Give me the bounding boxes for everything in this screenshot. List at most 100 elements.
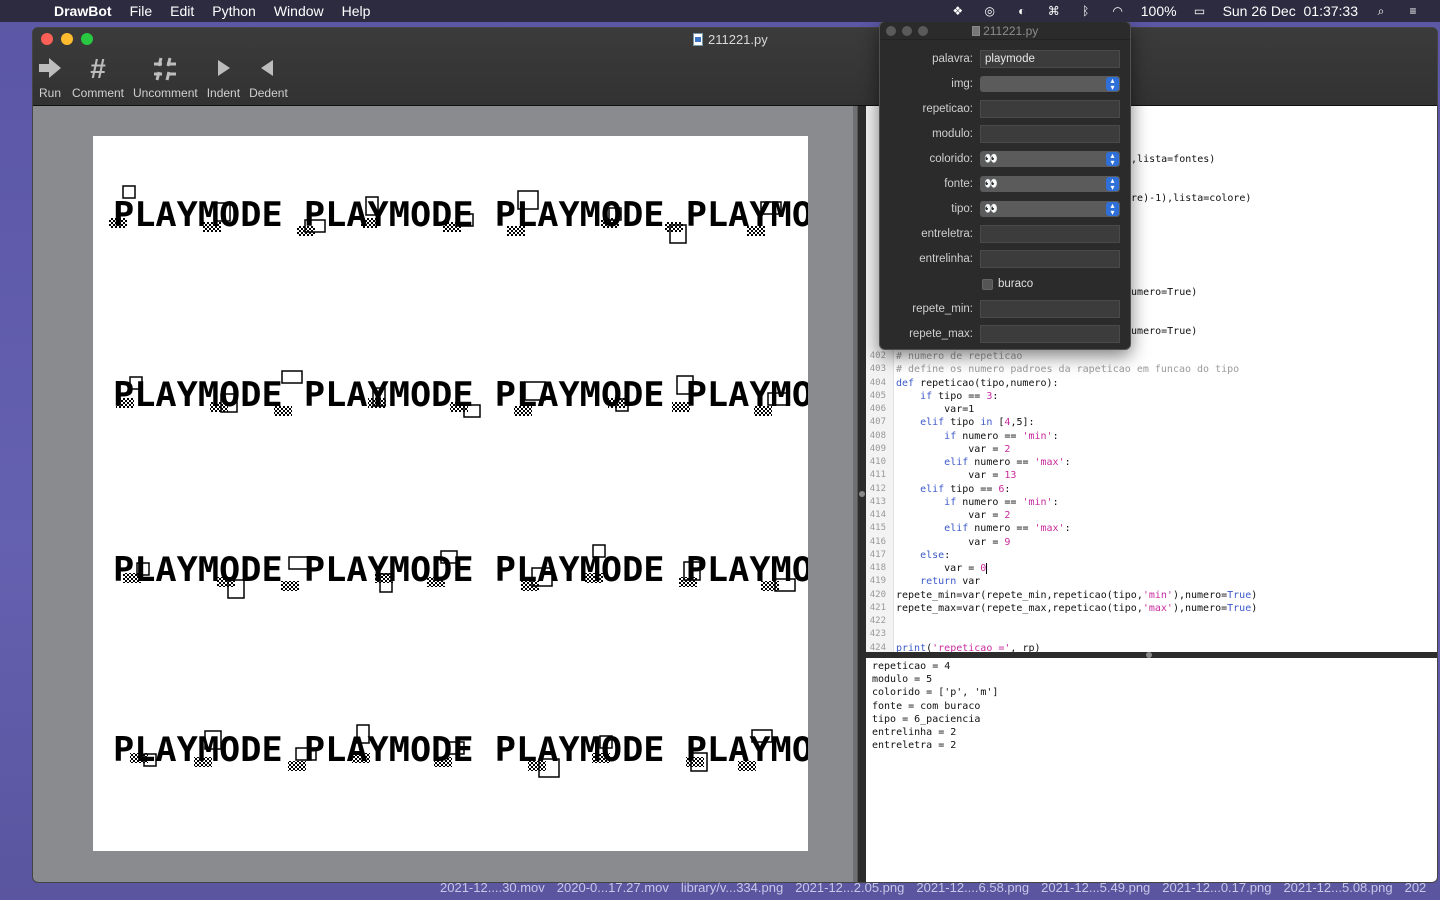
line-number: 419 [869,576,886,587]
checkbox-box[interactable] [982,278,993,290]
desktop-file-label[interactable]: 2021-12....30.mov [440,880,545,895]
battery-percentage[interactable]: 100% [1141,3,1177,19]
entrelinha-label: entrelinha: [919,253,973,265]
line-number: 405 [869,390,886,401]
desktop-file-label[interactable]: library/v...334.png [681,880,783,895]
line-number: 415 [869,523,886,534]
control-center-icon[interactable]: ≡ [1404,3,1422,19]
menu-window[interactable]: Window [265,3,333,19]
img-select[interactable]: ▴ ▾ [980,76,1120,92]
spotlight-search-icon[interactable]: ⌕ [1372,3,1390,19]
indent-triangle-icon [213,52,233,86]
panel-window-controls [886,26,928,36]
menu-help[interactable]: Help [333,3,380,19]
artwork-pixel-shadow [281,581,299,591]
artwork-pixel-shadow [368,398,386,408]
panel-minimize-button[interactable] [902,26,912,36]
menu-bar: DrawBot File Edit Python Window Help ❖ ◎… [0,0,1440,22]
tipo-label: tipo: [951,203,973,215]
select-arrows-icon: ▴ ▾ [1106,77,1119,92]
dedent-label: Dedent [249,86,288,100]
desktop-file-label[interactable]: 2020-0...17.27.mov [557,880,669,895]
desktop-file-label[interactable]: 2021-12...5.49.png [1041,880,1150,895]
canvas-preview-area[interactable]: PLAYMODE PLAYMODE PLAYMODE PLAYMO PLAYMOD… [33,106,858,882]
desktop-file-label[interactable]: 2021-12...0.17.png [1162,880,1271,895]
tipo-select[interactable]: 👀 ▴ ▾ [980,201,1120,217]
vertical-split-handle[interactable] [858,106,866,882]
entrelinha-input[interactable] [980,250,1120,268]
line-number: 409 [869,443,886,454]
buraco-checkbox[interactable]: buraco [982,278,1033,290]
indent-button[interactable]: Indent [207,52,240,100]
bluetooth-icon[interactable]: ᛒ [1077,3,1095,19]
artwork-pixel-shadow [194,757,212,767]
desktop-file-list: 2021-12....30.mov 2020-0...17.27.mov libra… [440,880,1426,895]
code-line: 403 # define os numero padroes da rapetic… [866,363,1437,376]
artwork-pixel-shadow [109,218,127,228]
code-line: 411 var = 13 [866,469,1437,482]
desktop-file-label[interactable]: 2021-12...5.08.png [1283,880,1392,895]
code-line: 417 else: [866,549,1437,562]
panel-title: 211221.py [983,24,1039,38]
artwork-pixel-shadow [601,218,619,228]
output-line: fonte = com buraco [872,700,981,712]
creative-cloud-icon[interactable]: ◎ [981,3,999,19]
desktop-file-label[interactable]: 2021-12....6.58.png [916,880,1029,895]
window-title-text: 211221.py [708,32,768,47]
artwork-pixel-shadow [297,226,315,236]
desktop-file-label[interactable]: 2021-12...2.05.png [795,880,904,895]
code-text: if numero == 'min': [944,496,1059,508]
minimize-window-button[interactable] [61,33,73,45]
code-line: 412 elif tipo == 6: [866,483,1437,496]
dedent-button[interactable]: Dedent [249,52,288,100]
dark-mode-icon[interactable]: ◐ [1013,3,1031,19]
repete-min-label: repete_min: [912,303,973,315]
artwork-pixel-shadow [592,753,610,763]
desktop-file-label[interactable]: 202 [1405,880,1427,895]
dropbox-icon[interactable]: ❖ [949,3,967,19]
menu-file[interactable]: File [121,3,162,19]
output-line: entrelinha = 2 [872,727,957,739]
menu-app-drawbot[interactable]: DrawBot [42,3,121,19]
fonte-select[interactable]: 👀 ▴ ▾ [980,176,1120,192]
code-text: else: [920,549,951,561]
colorido-select[interactable]: 👀 ▴ ▾ [980,151,1120,167]
repete-max-label: repete_max: [909,328,973,340]
line-number: 411 [869,470,886,481]
output-console[interactable]: repeticao = 4 modulo = 5 colorido = ['p'… [866,658,1437,882]
code-line: 404 def repeticao(tipo,numero): [866,377,1437,390]
repeticao-input[interactable] [980,100,1120,118]
modulo-input[interactable] [980,125,1120,143]
artwork-pixel-shadow [528,761,546,771]
artwork-pixel-shadow [754,406,772,416]
code-text: var = 2 [896,510,1011,521]
battery-icon[interactable]: ▭ [1191,3,1209,19]
code-line: 420 repete_min=var(repete_min,repeticao(t… [866,589,1437,602]
menu-edit[interactable]: Edit [161,3,203,19]
keyboard-shortcut-icon[interactable]: ⌘ [1045,3,1063,19]
run-button[interactable]: Run [37,52,63,100]
panel-close-button[interactable] [886,26,896,36]
artwork-pixel-shadow [686,757,704,767]
uncomment-button[interactable]: Uncomment [133,52,198,100]
repete-max-input[interactable] [980,325,1120,343]
artwork-pixel-shadow [521,581,539,591]
close-window-button[interactable] [41,33,53,45]
line-number: 423 [869,629,886,640]
entreletra-input[interactable] [980,225,1120,243]
code-text: elif numero == 'max': [944,457,1071,468]
menu-python[interactable]: Python [203,3,265,19]
panel-zoom-button[interactable] [918,26,928,36]
artwork-pixel-shadow [450,402,468,412]
palavra-input[interactable] [980,50,1120,68]
hash-icon: # [90,53,106,84]
clock[interactable]: Sun 26 Dec 01:37:33 [1223,3,1358,19]
python-file-icon [693,33,703,46]
code-line: 416 var = 9 [866,536,1437,549]
zoom-window-button[interactable] [81,33,93,45]
code-text: repete_max=var(repete_max,repeticao(tipo… [896,602,1258,614]
comment-button[interactable]: # Comment [72,52,124,100]
var-row-repete-max: repete_max: [880,324,1132,344]
wifi-icon[interactable]: ◠ [1109,3,1127,19]
repete-min-input[interactable] [980,300,1120,318]
